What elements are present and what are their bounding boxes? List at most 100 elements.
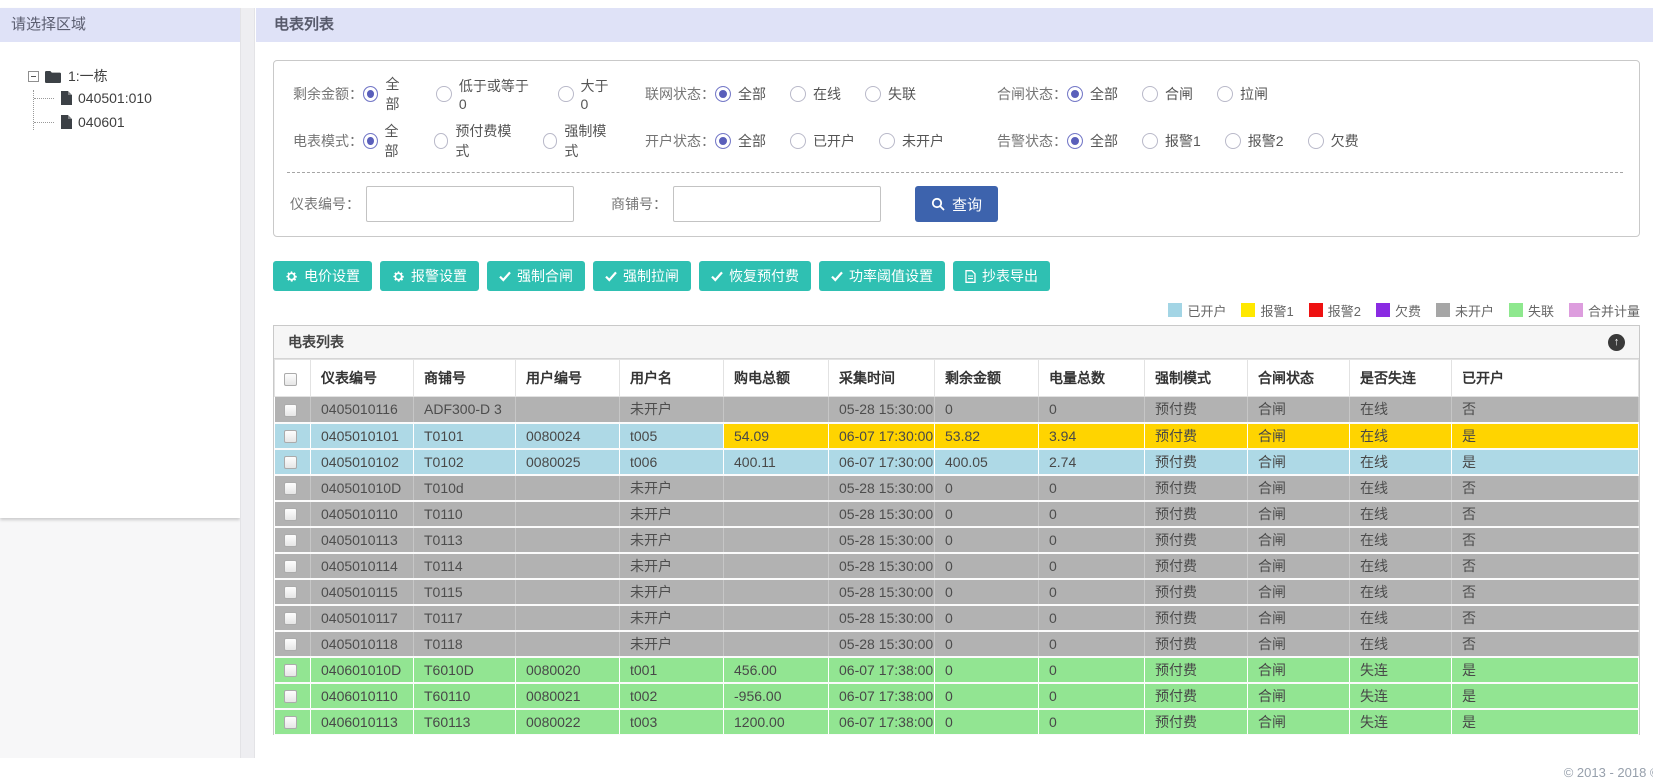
radio-button-icon[interactable] <box>1307 133 1324 149</box>
meter-no-input[interactable] <box>366 186 574 222</box>
radio-button-icon[interactable] <box>1217 86 1233 102</box>
radio-button-icon[interactable] <box>1142 86 1158 102</box>
search-icon <box>931 197 945 211</box>
row-checkbox[interactable] <box>283 664 297 678</box>
radio-option[interactable]: 报警1 <box>1142 131 1201 151</box>
radio-option[interactable]: 拉闸 <box>1217 84 1268 104</box>
radio-option[interactable]: 全部 <box>1067 84 1118 104</box>
main-panel: 电表列表 剩余金额： 全部 低于或等于0 大于0 联网状态： 全部 在线 失联 合闸状态： 全部合… <box>256 8 1653 735</box>
collapse-up-icon[interactable]: ↑ <box>1608 333 1625 351</box>
row-checkbox[interactable] <box>283 586 297 600</box>
select-all-checkbox[interactable] <box>284 372 297 386</box>
radio-option[interactable]: 强制模式 <box>542 121 615 161</box>
radio-button-icon[interactable] <box>790 86 806 102</box>
cell: 0 <box>934 396 1039 424</box>
app: 请选择区域 1:一栋 040501:010 040601 电表列表 剩余金额： 全部… <box>0 0 1653 784</box>
radio-option[interactable]: 在线 <box>790 84 841 104</box>
radio-option[interactable]: 合闸 <box>1142 84 1193 104</box>
tree-root-node[interactable]: 1:一栋 <box>28 66 240 86</box>
toolbar-button[interactable]: 抄表导出 <box>953 261 1050 291</box>
tree-collapse-icon[interactable] <box>28 70 39 82</box>
shop-no-label: 商铺号： <box>611 196 667 212</box>
radio-option[interactable]: 低于或等于0 <box>436 76 534 112</box>
cell: 0080022 <box>515 708 620 735</box>
legend-label: 失联 <box>1527 303 1554 319</box>
filter-row: 剩余金额： 全部 低于或等于0 大于0 联网状态： 全部 在线 失联 合闸状态： 全部 合闸 拉闸 <box>287 74 1623 114</box>
radio-option[interactable]: 已开户 <box>790 131 855 151</box>
radio-option-label: 预付费模式 <box>455 123 512 159</box>
row-checkbox[interactable] <box>283 690 297 704</box>
radio-button-icon[interactable] <box>542 133 558 149</box>
cell: 0405010117 <box>310 604 414 632</box>
radio-button-icon[interactable] <box>865 86 881 102</box>
radio-option[interactable]: 全部 <box>363 121 410 161</box>
main-content: 剩余金额： 全部 低于或等于0 大于0 联网状态： 全部 在线 失联 合闸状态： 全部 合闸 拉闸 电表… <box>256 42 1653 735</box>
cell: 0 <box>934 708 1039 735</box>
radio-button-icon[interactable] <box>558 86 574 102</box>
radio-option[interactable]: 失联 <box>865 84 916 104</box>
radio-option-label: 大于0 <box>580 78 609 112</box>
toolbar-button[interactable]: 强制拉闸 <box>593 261 691 291</box>
radio-option[interactable]: 全部 <box>1067 131 1118 151</box>
radio-option[interactable]: 大于0 <box>558 76 615 112</box>
tree-child-node[interactable]: 040601 <box>34 114 240 130</box>
toolbar-button[interactable]: 报警设置 <box>380 261 479 291</box>
row-checkbox[interactable] <box>283 482 297 496</box>
shop-no-input[interactable] <box>673 186 881 222</box>
cell <box>723 552 829 580</box>
row-select-cell <box>274 422 311 450</box>
toolbar-button[interactable]: 功率阈值设置 <box>819 261 945 291</box>
cell <box>515 396 620 424</box>
filter-group-label: 剩余金额： <box>293 86 363 102</box>
row-checkbox[interactable] <box>283 456 297 470</box>
radio-option[interactable]: 欠费 <box>1307 131 1359 151</box>
radio-button-icon[interactable] <box>433 133 449 149</box>
toolbar-button[interactable]: 电价设置 <box>273 261 372 291</box>
radio-button-icon[interactable] <box>1067 133 1083 149</box>
row-select-cell <box>274 708 311 735</box>
radio-option-label: 拉闸 <box>1240 86 1268 102</box>
cell: t001 <box>619 656 724 684</box>
radio-button-icon[interactable] <box>1142 133 1158 149</box>
area-tree: 1:一栋 040501:010 040601 <box>0 42 240 130</box>
cell: 预付费 <box>1144 396 1248 424</box>
radio-button-icon[interactable] <box>715 133 731 149</box>
tree-child-node[interactable]: 040501:010 <box>34 90 240 106</box>
radio-option[interactable]: 报警2 <box>1224 131 1284 151</box>
meter-no-label: 仪表编号： <box>290 196 360 212</box>
filter-rows: 剩余金额： 全部 低于或等于0 大于0 联网状态： 全部 在线 失联 合闸状态： 全部 合闸 拉闸 电表… <box>287 74 1623 161</box>
row-checkbox[interactable] <box>283 716 297 730</box>
radio-option[interactable]: 预付费模式 <box>433 121 519 161</box>
radio-option[interactable]: 全部 <box>715 131 766 151</box>
row-checkbox[interactable] <box>283 560 297 574</box>
row-checkbox[interactable] <box>283 612 297 626</box>
radio-button-icon[interactable] <box>1224 133 1241 149</box>
cell: 0405010116 <box>310 396 414 424</box>
row-checkbox[interactable] <box>283 534 297 548</box>
radio-button-icon[interactable] <box>879 133 895 149</box>
query-button[interactable]: 查询 <box>915 186 999 222</box>
cell: 未开户 <box>619 630 724 658</box>
row-checkbox[interactable] <box>283 638 297 652</box>
row-checkbox[interactable] <box>283 404 297 418</box>
sidebar-scrollbar[interactable] <box>240 8 255 770</box>
radio-button-icon[interactable] <box>363 86 379 102</box>
cell: 0 <box>1038 396 1145 424</box>
folder-icon <box>45 70 62 83</box>
cell: 预付费 <box>1144 734 1248 735</box>
cell: 0405010102 <box>310 448 414 476</box>
toolbar-button[interactable]: 恢复预付费 <box>699 261 811 291</box>
radio-button-icon[interactable] <box>1067 86 1083 102</box>
radio-option[interactable]: 全部 <box>715 84 766 104</box>
radio-option[interactable]: 全部 <box>363 74 412 114</box>
row-checkbox[interactable] <box>283 508 297 522</box>
radio-button-icon[interactable] <box>363 133 378 149</box>
row-checkbox[interactable] <box>283 430 297 444</box>
legend-label: 报警1 <box>1260 303 1294 319</box>
radio-button-icon[interactable] <box>715 86 731 102</box>
toolbar-button[interactable]: 强制合闸 <box>487 261 585 291</box>
radio-button-icon[interactable] <box>790 133 806 149</box>
radio-option[interactable]: 未开户 <box>879 131 944 151</box>
radio-button-icon[interactable] <box>436 86 452 102</box>
cell: T0110 <box>413 500 516 528</box>
